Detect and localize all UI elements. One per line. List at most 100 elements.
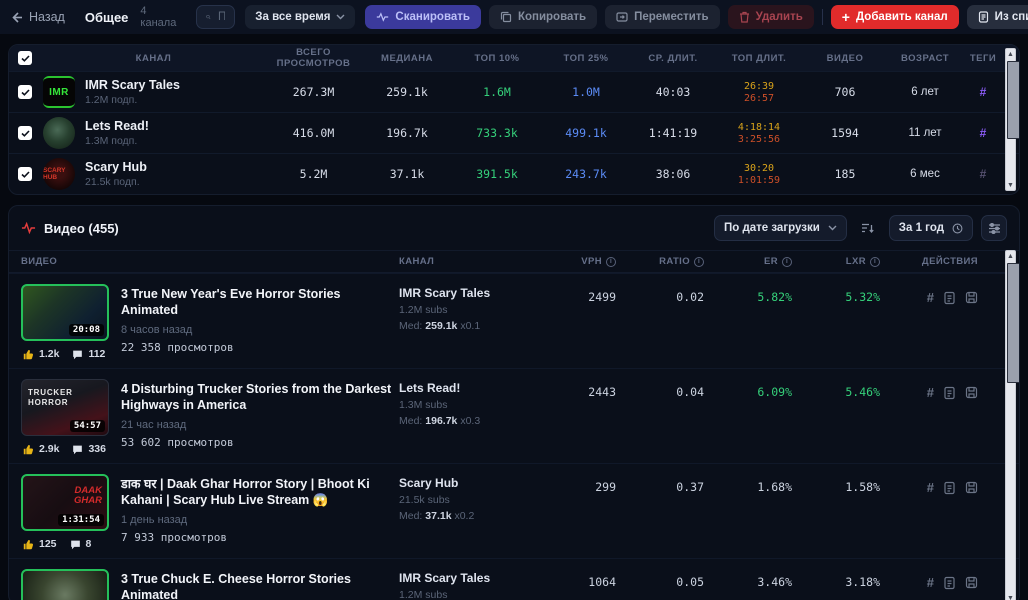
- video-row[interactable]: DAAK GHAR 1:31:54 125 8 डाक घर | Daak Gh…: [9, 463, 1019, 558]
- script-action-button[interactable]: [943, 481, 956, 495]
- video-channel-subs: 1.3M subs: [399, 399, 549, 411]
- channel-name[interactable]: IMR Scary Tales: [85, 78, 180, 92]
- info-icon[interactable]: i: [694, 257, 704, 267]
- video-title[interactable]: डाक घर | Daak Ghar Horror Story | Bhoot …: [121, 476, 399, 509]
- move-button[interactable]: Переместить: [605, 5, 719, 29]
- video-thumbnail[interactable]: TRUCKER HORROR 54:57: [21, 379, 109, 436]
- lxr-value: 3.18%: [810, 569, 898, 589]
- tags-hash-icon[interactable]: #: [963, 85, 1003, 99]
- col-median[interactable]: МЕДИАНА: [361, 53, 453, 64]
- videos-scrollbar[interactable]: ▲ ▼: [1005, 250, 1016, 600]
- col-videos[interactable]: ВИДЕО: [803, 53, 887, 64]
- save-action-button[interactable]: [965, 481, 978, 494]
- info-icon[interactable]: i: [782, 257, 792, 267]
- channel-row[interactable]: IMR IMR Scary Tales 1.2M подп. 267.3M 25…: [9, 71, 1019, 112]
- scroll-up-arrow[interactable]: ▲: [1006, 49, 1015, 59]
- scrollbar-thumb[interactable]: [1007, 263, 1020, 383]
- channel-row[interactable]: SCARY HUB Scary Hub 21.5k подп. 5.2M 37.…: [9, 153, 1019, 194]
- top-duration-secondary: 26:57: [715, 93, 803, 104]
- info-icon[interactable]: i: [870, 257, 880, 267]
- lxr-value: 5.32%: [810, 284, 898, 304]
- er-value: 6.09%: [722, 379, 810, 399]
- tags-action-button[interactable]: #: [927, 480, 934, 495]
- comments-count: 8: [86, 538, 92, 550]
- back-label: Назад: [29, 10, 65, 24]
- col-video-channel[interactable]: КАНАЛ: [399, 256, 549, 267]
- col-total-views[interactable]: ВСЕГО ПРОСМОТРОВ: [266, 47, 361, 69]
- avatar-text: IMR: [49, 87, 69, 98]
- period-dropdown[interactable]: За 1 год: [889, 215, 973, 241]
- tags-hash-icon[interactable]: #: [963, 126, 1003, 140]
- save-action-button[interactable]: [965, 386, 978, 399]
- col-top10[interactable]: ТОП 10%: [453, 53, 541, 64]
- col-vph[interactable]: VPH: [581, 256, 602, 267]
- video-row[interactable]: 20:08 1.2k 112 3 True New Year's Eve Hor…: [9, 273, 1019, 368]
- avg-duration-value: 40:03: [631, 85, 715, 99]
- median-value: 196.7k: [361, 126, 453, 140]
- video-thumbnail[interactable]: DAAK GHAR 1:31:54: [21, 474, 109, 531]
- sort-dropdown-label: По дате загрузки: [724, 222, 820, 234]
- top-duration-secondary: 1:01:59: [715, 175, 803, 186]
- col-top-duration[interactable]: ТОП ДЛИТ.: [715, 53, 803, 64]
- add-channel-button[interactable]: + Добавить канал: [831, 5, 959, 29]
- script-action-button[interactable]: [943, 576, 956, 590]
- tags-action-button[interactable]: #: [927, 385, 934, 400]
- row-checkbox[interactable]: [18, 126, 32, 140]
- save-action-button[interactable]: [965, 291, 978, 304]
- info-icon[interactable]: i: [606, 257, 616, 267]
- tags-hash-icon[interactable]: #: [963, 167, 1003, 181]
- script-action-button[interactable]: [943, 386, 956, 400]
- video-channel-name[interactable]: Lets Read!: [399, 381, 549, 395]
- video-thumbnail[interactable]: 19:27: [21, 569, 109, 600]
- channel-row[interactable]: Lets Read! 1.3M подп. 416.0M 196.7k 733.…: [9, 112, 1019, 153]
- add-channel-label: Добавить канал: [856, 11, 948, 23]
- channel-name[interactable]: Lets Read!: [85, 119, 149, 133]
- document-icon: [978, 11, 989, 23]
- script-action-button[interactable]: [943, 291, 956, 305]
- col-er[interactable]: ER: [764, 256, 778, 267]
- row-checkbox[interactable]: [18, 167, 32, 181]
- col-lxr[interactable]: LXR: [846, 256, 866, 267]
- video-title[interactable]: 3 True Chuck E. Cheese Horror Stories An…: [121, 571, 399, 600]
- video-title[interactable]: 4 Disturbing Trucker Stories from the Da…: [121, 381, 399, 414]
- back-button[interactable]: Назад: [10, 10, 65, 24]
- copy-button[interactable]: Копировать: [489, 5, 597, 29]
- top10-value: 733.3k: [453, 126, 541, 140]
- scrollbar-thumb[interactable]: [1007, 61, 1020, 139]
- tags-action-button[interactable]: #: [927, 575, 934, 590]
- video-row[interactable]: 19:27 1.9k 169 3 True Chuck E. Cheese Ho…: [9, 558, 1019, 600]
- top10-value: 1.6M: [453, 85, 541, 99]
- video-channel-name[interactable]: Scary Hub: [399, 476, 549, 490]
- video-channel-name[interactable]: IMR Scary Tales: [399, 571, 549, 585]
- video-channel-name[interactable]: IMR Scary Tales: [399, 286, 549, 300]
- sort-dropdown[interactable]: По дате загрузки: [714, 215, 847, 241]
- video-thumbnail[interactable]: 20:08: [21, 284, 109, 341]
- video-title[interactable]: 3 True New Year's Eve Horror Stories Ani…: [121, 286, 399, 319]
- video-row[interactable]: TRUCKER HORROR 54:57 2.9k 336 4 Disturbi…: [9, 368, 1019, 463]
- channel-name[interactable]: Scary Hub: [85, 160, 147, 174]
- scroll-down-arrow[interactable]: ▼: [1006, 593, 1015, 600]
- search-input[interactable]: [218, 11, 225, 23]
- tags-action-button[interactable]: #: [927, 290, 934, 305]
- time-filter-dropdown[interactable]: За все время: [245, 5, 355, 29]
- col-avg-duration[interactable]: СР. ДЛИТ.: [631, 53, 715, 64]
- delete-button[interactable]: Удалить: [728, 5, 814, 29]
- channel-search[interactable]: [196, 5, 235, 29]
- col-ratio[interactable]: RATIO: [659, 256, 690, 267]
- scroll-down-arrow[interactable]: ▼: [1006, 180, 1015, 190]
- save-action-button[interactable]: [965, 576, 978, 589]
- col-tags[interactable]: ТЕГИ: [963, 53, 1003, 64]
- videos-title: Видео (455): [44, 221, 119, 236]
- scan-button[interactable]: Сканировать: [365, 5, 481, 29]
- select-all-checkbox[interactable]: [18, 51, 32, 65]
- col-top25[interactable]: ТОП 25%: [541, 53, 631, 64]
- from-list-button[interactable]: Из списка: [967, 5, 1028, 29]
- row-checkbox[interactable]: [18, 85, 32, 99]
- column-settings-button[interactable]: [981, 215, 1007, 241]
- channels-scrollbar[interactable]: ▲ ▼: [1005, 48, 1016, 191]
- col-video[interactable]: ВИДЕО: [9, 256, 399, 267]
- col-age[interactable]: ВОЗРАСТ: [887, 53, 963, 64]
- col-channel[interactable]: КАНАЛ: [41, 53, 266, 64]
- scroll-up-arrow[interactable]: ▲: [1006, 251, 1015, 261]
- sort-direction-button[interactable]: [855, 215, 881, 241]
